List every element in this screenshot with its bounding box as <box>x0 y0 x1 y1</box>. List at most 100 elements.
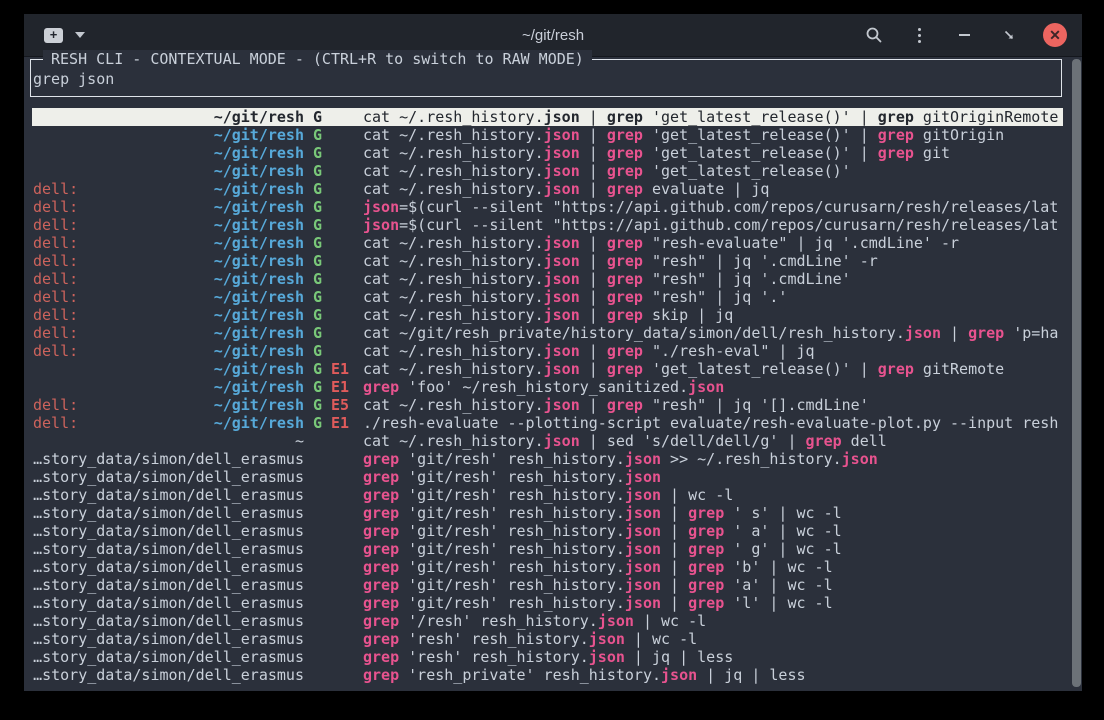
row-flags: G <box>304 306 363 324</box>
history-row[interactable]: …story_data/simon/dell_erasmusgrep 'git/… <box>32 540 1063 558</box>
command-text: grep 'git/resh' resh_history.json | wc -… <box>363 486 1063 504</box>
history-row[interactable]: …story_data/simon/dell_erasmusgrep 'git/… <box>32 468 1063 486</box>
directory-label: ~/git/resh <box>214 198 304 216</box>
directory-label: …story_data/simon/dell_erasmus <box>33 630 304 648</box>
directory-label: ~/git/resh <box>214 144 304 162</box>
directory-label: ~/git/resh <box>214 162 304 180</box>
history-row[interactable]: …story_data/simon/dell_erasmusgrep '/res… <box>32 612 1063 630</box>
directory-label: …story_data/simon/dell_erasmus <box>33 468 304 486</box>
row-flags: G <box>304 324 363 342</box>
command-text: cat ~/git/resh_private/history_data/simo… <box>363 324 1063 342</box>
history-row[interactable]: dell:~/git/reshGcat ~/.resh_history.json… <box>32 234 1063 252</box>
row-prefix: ~/git/resh <box>32 360 304 378</box>
history-row[interactable]: ~/git/resh Gcat ~/.resh_history.json | gr… <box>32 162 1063 180</box>
maximize-button[interactable] <box>998 24 1020 46</box>
flag-badge: G <box>313 342 322 360</box>
close-button[interactable]: ✕ <box>1043 23 1067 47</box>
search-button[interactable] <box>863 24 885 46</box>
history-row[interactable]: dell:~/git/reshGjson=$(curl --silent "ht… <box>32 198 1063 216</box>
host-label: dell: <box>33 252 78 270</box>
command-text: grep 'foo' ~/resh_history_sanitized.json <box>363 378 1063 396</box>
history-row[interactable]: …story_data/simon/dell_erasmusgrep 'git/… <box>32 486 1063 504</box>
history-row[interactable]: dell:~/git/reshGcat ~/.resh_history.json… <box>32 342 1063 360</box>
history-row[interactable]: …story_data/simon/dell_erasmusgrep 'git/… <box>32 576 1063 594</box>
history-row[interactable]: …story_data/simon/dell_erasmusgrep 'git/… <box>32 558 1063 576</box>
host-label: dell: <box>33 414 78 432</box>
history-row[interactable]: …story_data/simon/dell_erasmusgrep 'resh… <box>32 648 1063 666</box>
flag-badge: G <box>313 216 322 234</box>
history-row[interactable]: …story_data/simon/dell_erasmusgrep 'git/… <box>32 522 1063 540</box>
row-prefix: dell:~/git/resh <box>32 324 304 342</box>
row-prefix: dell:~/git/resh <box>32 288 304 306</box>
command-text: cat ~/.resh_history.json | grep 'get_lat… <box>363 108 1063 126</box>
command-text: cat ~/.resh_history.json | grep 'get_lat… <box>363 162 1063 180</box>
history-row[interactable]: dell:~/git/resh Gcat ~/git/resh_private/h… <box>32 324 1063 342</box>
row-flags: G <box>304 216 363 234</box>
flag-badge: E1 <box>331 378 349 396</box>
directory-label: ~/git/resh <box>214 108 304 126</box>
command-text: cat ~/.resh_history.json | grep "resh-ev… <box>363 234 1063 252</box>
history-row[interactable]: dell:~/git/reshGE5cat ~/.resh_history.js… <box>32 396 1063 414</box>
history-row[interactable]: ~/git/reshGcat ~/.resh_history.json | gr… <box>32 108 1063 126</box>
directory-label: …story_data/simon/dell_erasmus <box>33 450 304 468</box>
directory-label: ~/git/resh <box>214 414 304 432</box>
row-prefix: ~/git/resh <box>32 144 304 162</box>
command-text: grep 'git/resh' resh_history.json | grep… <box>363 522 1063 540</box>
history-row[interactable]: ~/git/reshGE1grep 'foo' ~/resh_history_s… <box>32 378 1063 396</box>
row-flags <box>304 648 363 666</box>
history-row[interactable]: dell:~/git/reshGcat ~/.resh_history.json… <box>32 270 1063 288</box>
history-row[interactable]: …story_data/simon/dell_erasmusgrep 'resh… <box>32 630 1063 648</box>
directory-label: ~/git/resh <box>214 234 304 252</box>
history-row[interactable]: dell:~/git/reshGjson=$(curl --silent "ht… <box>32 216 1063 234</box>
history-row[interactable]: …story_data/simon/dell_erasmusgrep 'git/… <box>32 450 1063 468</box>
command-text: cat ~/.resh_history.json | grep 'get_lat… <box>363 360 1063 378</box>
history-row[interactable]: dell: ~/git/resh Gcat ~/.resh_history.json… <box>32 306 1063 324</box>
history-row[interactable]: ~cat ~/.resh_history.json | sed 's/dell/… <box>32 432 1063 450</box>
row-prefix: …story_data/simon/dell_erasmus <box>32 648 304 666</box>
search-icon <box>865 26 883 44</box>
flag-badge: G <box>313 396 322 414</box>
flag-badge: G <box>313 324 322 342</box>
history-row[interactable]: ~/git/reshGcat ~/.resh_history.json | gr… <box>32 144 1063 162</box>
history-row[interactable]: …story_data/simon/dell_erasmusgrep 'resh… <box>32 666 1063 684</box>
command-text: cat ~/.resh_history.json | grep "resh" |… <box>363 396 1063 414</box>
directory-label: ~/git/resh <box>214 270 304 288</box>
directory-label: …story_data/simon/dell_erasmus <box>33 612 304 630</box>
history-row[interactable]: …story_data/simon/dell_erasmusgrep 'git/… <box>32 504 1063 522</box>
row-flags: GE5 <box>304 396 363 414</box>
row-prefix: dell:~/git/resh <box>32 216 304 234</box>
history-list: ~/git/resh Gcat ~/.resh_history.json | gr… <box>32 108 1063 684</box>
host-label: dell: <box>33 306 78 324</box>
command-text: cat ~/.resh_history.json | grep 'get_lat… <box>363 126 1063 144</box>
directory-label: ~/git/resh <box>214 306 304 324</box>
history-row[interactable]: dell:~/git/reshGcat ~/.resh_history.json… <box>32 252 1063 270</box>
flag-badge: G <box>313 252 322 270</box>
command-text: cat ~/.resh_history.json | sed 's/dell/d… <box>363 432 1063 450</box>
flag-badge: E1 <box>331 360 349 378</box>
minimize-button[interactable] <box>953 24 975 46</box>
flag-badge: G <box>313 162 322 180</box>
history-row[interactable]: ~/git/reshGE1cat ~/.resh_history.json | … <box>32 360 1063 378</box>
row-prefix: …story_data/simon/dell_erasmus <box>32 468 304 486</box>
flag-badge: G <box>313 306 322 324</box>
scrollbar-thumb[interactable] <box>1072 59 1081 687</box>
host-label: dell: <box>33 270 78 288</box>
host-label: dell: <box>33 324 78 342</box>
history-row[interactable]: dell:~/git/reshGcat ~/.resh_history.json… <box>32 180 1063 198</box>
history-row[interactable]: dell:~/git/reshGE1./resh-evaluate --plot… <box>32 414 1063 432</box>
history-row[interactable]: ~/git/reshGcat ~/.resh_history.json | gr… <box>32 126 1063 144</box>
flag-badge: G <box>313 180 322 198</box>
row-prefix: ~/git/resh <box>32 378 304 396</box>
command-text: json=$(curl --silent "https://api.github… <box>363 198 1063 216</box>
resh-search-box: RESH CLI - CONTEXTUAL MODE - (CTRL+R to … <box>30 59 1062 97</box>
directory-label: …story_data/simon/dell_erasmus <box>33 540 304 558</box>
command-text: cat ~/.resh_history.json | grep skip | j… <box>363 306 1063 324</box>
directory-label: …story_data/simon/dell_erasmus <box>33 648 304 666</box>
row-flags <box>304 522 363 540</box>
row-prefix: dell: ~/git/resh <box>32 414 304 432</box>
menu-button[interactable] <box>908 24 930 46</box>
history-row[interactable]: …story_data/simon/dell_erasmusgrep 'git/… <box>32 594 1063 612</box>
row-prefix: dell:~/git/resh <box>32 342 304 360</box>
history-row[interactable]: dell:~/git/reshGcat ~/.resh_history.json… <box>32 288 1063 306</box>
row-flags <box>304 504 363 522</box>
